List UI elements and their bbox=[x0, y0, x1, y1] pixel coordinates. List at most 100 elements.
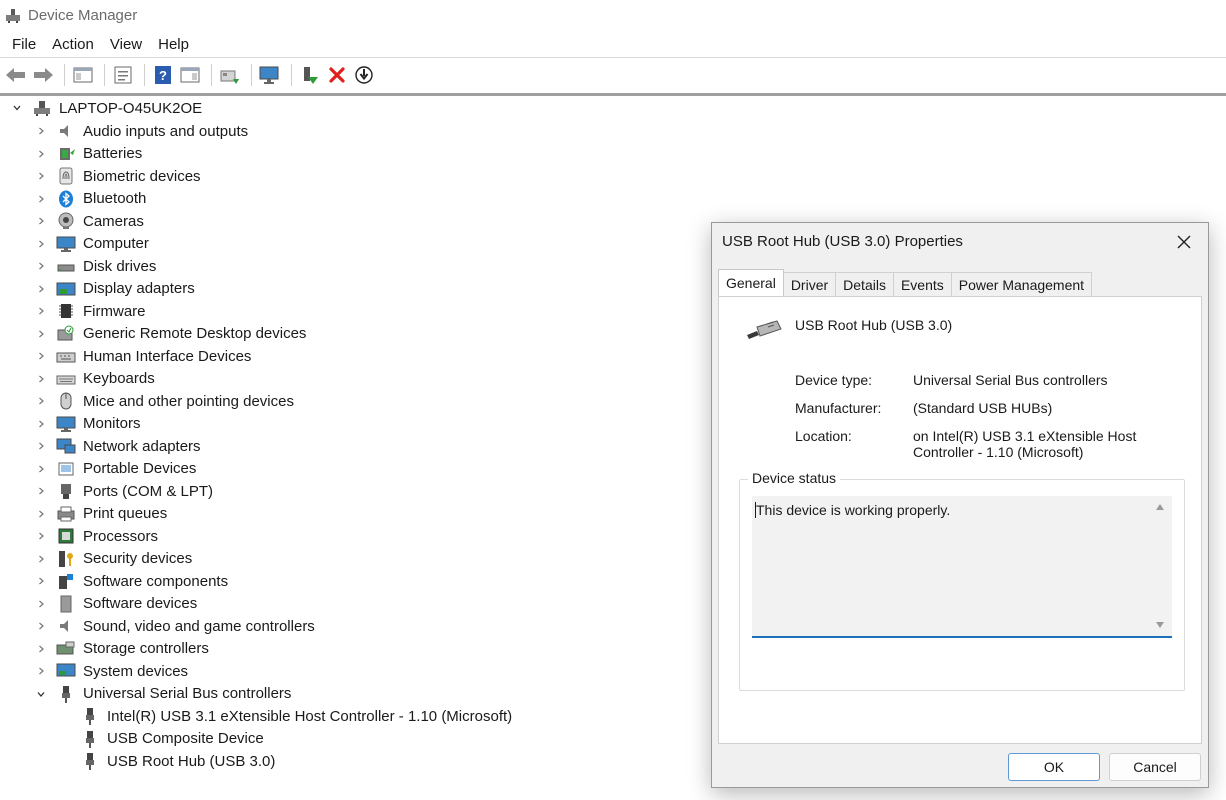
tree-item-sound-video-and-game-controllers[interactable]: Sound, video and game controllers bbox=[34, 615, 315, 637]
chevron-right-icon[interactable] bbox=[34, 192, 48, 206]
display-adapter-icon bbox=[56, 279, 76, 299]
chevron-right-icon[interactable] bbox=[34, 664, 48, 678]
tree-item-batteries[interactable]: Batteries bbox=[34, 143, 142, 165]
tree-item-mice-and-other-pointing-devices[interactable]: Mice and other pointing devices bbox=[34, 390, 294, 412]
software-device-icon bbox=[56, 594, 76, 614]
tab-details[interactable]: Details bbox=[835, 272, 894, 296]
ok-button[interactable]: OK bbox=[1008, 753, 1100, 781]
tree-item-disk-drives[interactable]: Disk drives bbox=[34, 255, 156, 277]
uninstall-button[interactable] bbox=[325, 63, 349, 87]
chevron-right-icon[interactable] bbox=[34, 237, 48, 251]
monitor-icon bbox=[56, 234, 76, 254]
menu-action[interactable]: Action bbox=[44, 36, 102, 53]
back-button[interactable] bbox=[4, 63, 28, 87]
tree-item-bluetooth[interactable]: Bluetooth bbox=[34, 188, 146, 210]
chevron-right-icon[interactable] bbox=[34, 304, 48, 318]
tree-item-usb-device[interactable]: USB Composite Device bbox=[80, 728, 264, 750]
disable-device-button[interactable] bbox=[352, 63, 376, 87]
tree-item-software-components[interactable]: Software components bbox=[34, 570, 228, 592]
chevron-right-icon[interactable] bbox=[34, 327, 48, 341]
tree-root[interactable]: LAPTOP-O45UK2OE bbox=[10, 97, 202, 119]
menu-help[interactable]: Help bbox=[150, 36, 197, 53]
chevron-right-icon[interactable] bbox=[34, 462, 48, 476]
tree-item-label: Ports (COM & LPT) bbox=[83, 482, 214, 500]
tab-general[interactable]: General bbox=[718, 269, 784, 296]
menu-view[interactable]: View bbox=[102, 36, 150, 53]
tree-item-universal-serial-bus-controllers[interactable]: Universal Serial Bus controllers bbox=[34, 683, 291, 705]
device-tree: LAPTOP-O45UK2OE Audio inputs and outputs… bbox=[0, 97, 700, 800]
action-pane-button[interactable] bbox=[178, 63, 202, 87]
chevron-right-icon[interactable] bbox=[34, 619, 48, 633]
tree-item-keyboards[interactable]: Keyboards bbox=[34, 368, 155, 390]
help-button[interactable]: ? bbox=[151, 63, 175, 87]
chevron-right-icon[interactable] bbox=[34, 507, 48, 521]
chevron-down-icon[interactable] bbox=[34, 687, 48, 701]
tree-item-label: Keyboards bbox=[83, 370, 155, 387]
tree-item-label: Human Interface Devices bbox=[83, 347, 252, 365]
manufacturer-label: Manufacturer: bbox=[795, 400, 882, 416]
tab-events[interactable]: Events bbox=[892, 272, 952, 296]
chevron-right-icon[interactable] bbox=[34, 169, 48, 183]
tree-item-portable-devices[interactable]: Portable Devices bbox=[34, 458, 196, 480]
chevron-right-icon[interactable] bbox=[34, 147, 48, 161]
tree-item-label: Mice and other pointing devices bbox=[83, 392, 294, 410]
chevron-right-icon[interactable] bbox=[34, 214, 48, 228]
tree-item-cameras[interactable]: Cameras bbox=[34, 210, 144, 232]
tree-item-security-devices[interactable]: Security devices bbox=[34, 548, 192, 570]
chevron-right-icon[interactable] bbox=[34, 124, 48, 138]
chevron-right-icon[interactable] bbox=[34, 552, 48, 566]
tree-item-ports-com-lpt[interactable]: Ports (COM & LPT) bbox=[34, 480, 213, 502]
chevron-right-icon[interactable] bbox=[34, 484, 48, 498]
chevron-right-icon[interactable] bbox=[34, 282, 48, 296]
chevron-right-icon[interactable] bbox=[34, 259, 48, 273]
processor-icon bbox=[56, 526, 76, 546]
update-driver-button[interactable] bbox=[218, 63, 242, 87]
dialog-close-button[interactable] bbox=[1170, 229, 1198, 255]
chevron-right-icon[interactable] bbox=[34, 394, 48, 408]
tree-item-monitors[interactable]: Monitors bbox=[34, 413, 141, 435]
device-status-textbox[interactable]: This device is working properly. bbox=[752, 496, 1172, 638]
tree-item-display-adapters[interactable]: Display adapters bbox=[34, 278, 195, 300]
show-hide-tree-button[interactable] bbox=[71, 63, 95, 87]
scroll-down-icon[interactable] bbox=[1156, 622, 1164, 628]
monitor-icon bbox=[56, 414, 76, 434]
scroll-up-icon[interactable] bbox=[1156, 504, 1164, 510]
chevron-right-icon[interactable] bbox=[34, 349, 48, 363]
tab-driver[interactable]: Driver bbox=[782, 272, 837, 296]
forward-button[interactable] bbox=[31, 63, 55, 87]
tree-item-storage-controllers[interactable]: Storage controllers bbox=[34, 638, 209, 660]
tree-item-firmware[interactable]: Firmware bbox=[34, 300, 146, 322]
printer-icon bbox=[56, 504, 76, 524]
tree-item-computer[interactable]: Computer bbox=[34, 233, 149, 255]
tree-item-system-devices[interactable]: System devices bbox=[34, 660, 188, 682]
tree-item-processors[interactable]: Processors bbox=[34, 525, 158, 547]
tree-item-label: Disk drives bbox=[83, 257, 157, 275]
tree-item-usb-device[interactable]: USB Root Hub (USB 3.0) bbox=[80, 750, 275, 772]
tab-power-management[interactable]: Power Management bbox=[950, 272, 1093, 296]
properties-button[interactable] bbox=[111, 63, 135, 87]
tree-item-audio-inputs-and-outputs[interactable]: Audio inputs and outputs bbox=[34, 120, 248, 142]
tree-item-human-interface-devices[interactable]: Human Interface Devices bbox=[34, 345, 251, 367]
scan-hardware-button[interactable] bbox=[258, 63, 282, 87]
chevron-down-icon[interactable] bbox=[10, 101, 24, 115]
tree-item-usb-device[interactable]: Intel(R) USB 3.1 eXtensible Host Control… bbox=[80, 705, 512, 727]
tree-item-label: System devices bbox=[83, 662, 189, 680]
chevron-right-icon[interactable] bbox=[34, 642, 48, 656]
chevron-right-icon[interactable] bbox=[34, 574, 48, 588]
chevron-right-icon[interactable] bbox=[34, 372, 48, 386]
tree-item-print-queues[interactable]: Print queues bbox=[34, 503, 167, 525]
chevron-right-icon[interactable] bbox=[34, 439, 48, 453]
cancel-button[interactable]: Cancel bbox=[1109, 753, 1201, 781]
tree-item-software-devices[interactable]: Software devices bbox=[34, 593, 197, 615]
tree-item-network-adapters[interactable]: Network adapters bbox=[34, 435, 201, 457]
network-adapter-icon bbox=[56, 436, 76, 456]
back-icon bbox=[6, 67, 25, 82]
tree-item-generic-remote-desktop-devices[interactable]: Generic Remote Desktop devices bbox=[34, 323, 306, 345]
chevron-right-icon[interactable] bbox=[34, 417, 48, 431]
enable-device-button[interactable] bbox=[298, 63, 322, 87]
tree-item-biometric-devices[interactable]: Biometric devices bbox=[34, 165, 201, 187]
chevron-right-icon[interactable] bbox=[34, 597, 48, 611]
menu-file[interactable]: File bbox=[4, 36, 44, 53]
chevron-right-icon[interactable] bbox=[34, 529, 48, 543]
mouse-icon bbox=[56, 391, 76, 411]
